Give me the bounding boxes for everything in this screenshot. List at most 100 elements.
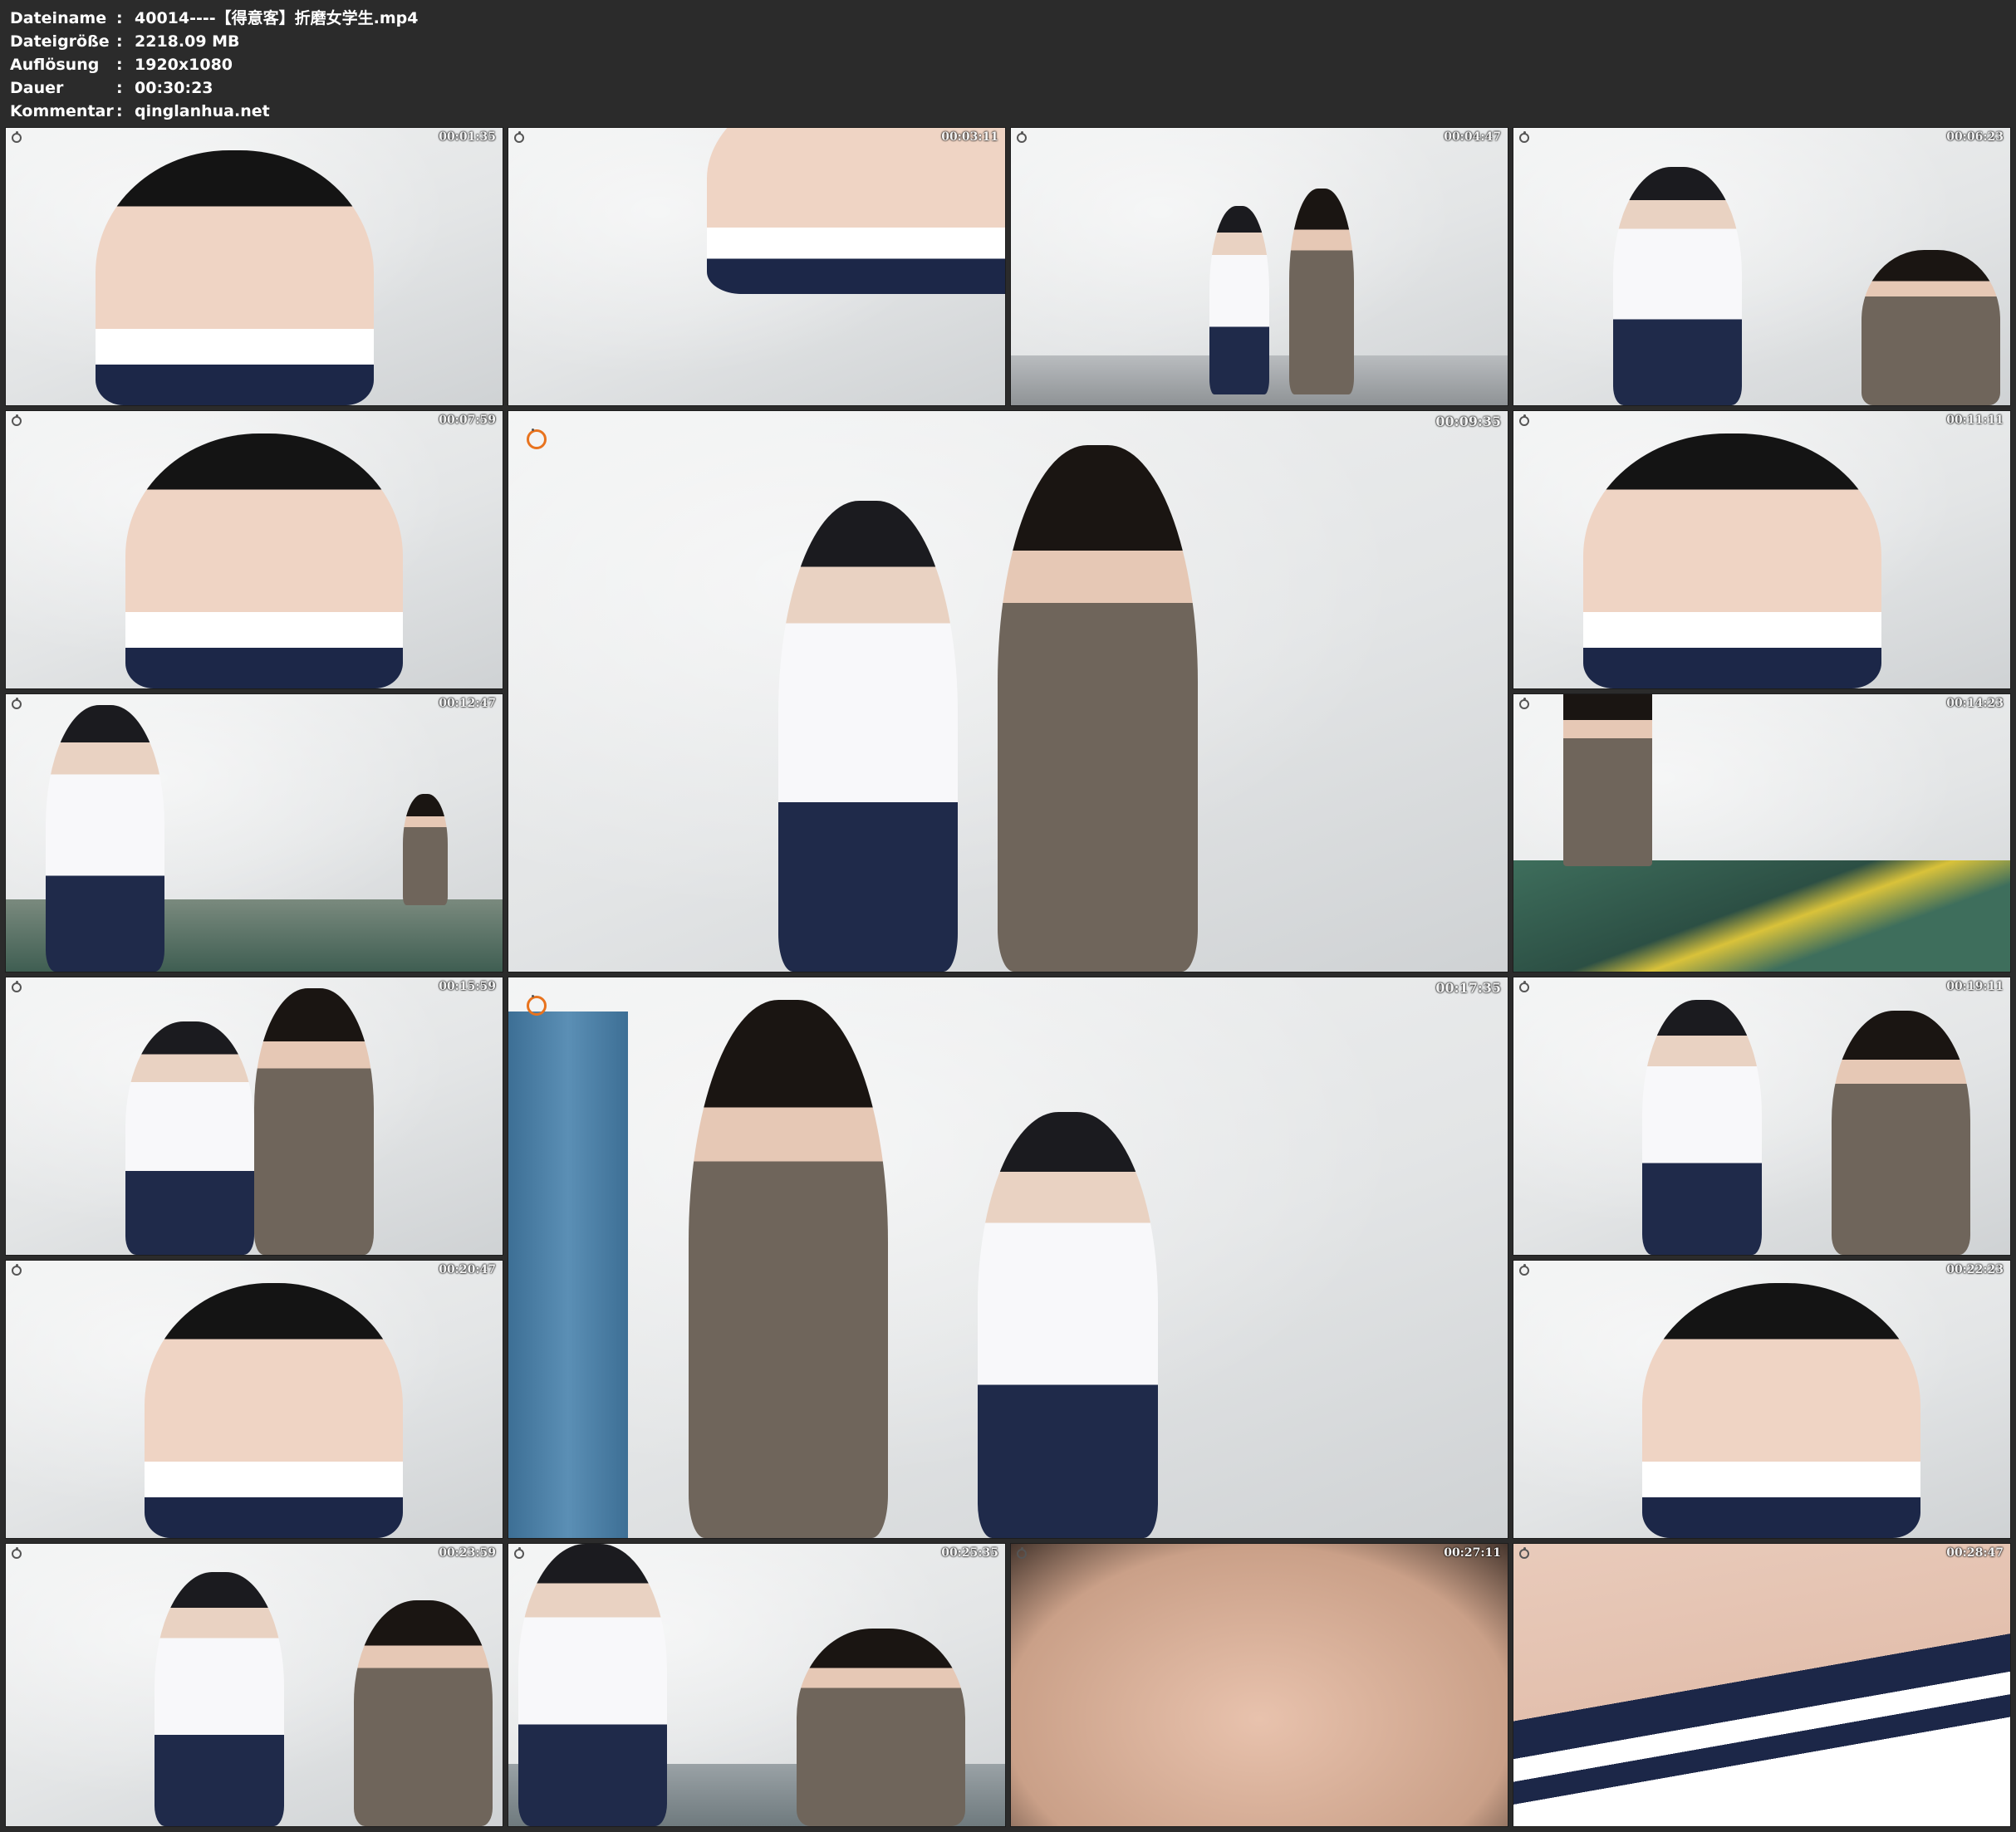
info-value: 1920x1080 (135, 56, 233, 74)
info-label: Dateiname (10, 9, 107, 27)
thumbnail-timestamp: 00:23:59 (439, 1546, 496, 1560)
thumbnail-timestamp: 00:11:11 (1946, 414, 2004, 427)
thumbnail-subject (1562, 694, 1653, 867)
info-row-resolution: Auflösung : 1920x1080 (10, 53, 418, 76)
thumbnail-frame[interactable]: 00:19:11 (1513, 977, 2011, 1256)
info-label: Kommentar (10, 102, 114, 120)
thumbnail-timestamp: 00:12:47 (439, 697, 496, 710)
watermark-icon (1519, 1264, 1529, 1276)
watermark-icon (1017, 131, 1027, 143)
thumbnail-subject (1861, 249, 2001, 405)
thumbnail-subject (145, 1282, 404, 1538)
thumbnail-subject (517, 1544, 668, 1826)
thumbnail-timestamp: 00:22:23 (1946, 1263, 2004, 1276)
thumbnail-subject (796, 1629, 966, 1826)
thumbnail-subject (978, 1112, 1158, 1538)
thumbnail-subject (1011, 1544, 1508, 1826)
thumbnail-frame[interactable]: 00:11:11 (1513, 410, 2011, 689)
thumbnail-frame[interactable]: 00:22:23 (1513, 1260, 2011, 1539)
thumbnail-subject (998, 444, 1199, 972)
info-label: Dateigröße (10, 32, 110, 51)
thumbnail-subject (125, 1021, 254, 1255)
thumbnail-subject (688, 1000, 889, 1538)
thumbnail-frame[interactable]: 00:12:47 (5, 693, 503, 972)
thumbnail-frame[interactable]: 00:25:35 (508, 1543, 1006, 1827)
watermark-icon (12, 981, 22, 992)
thumbnail-timestamp: 00:17:35 (1435, 980, 1501, 996)
watermark-icon (1519, 698, 1529, 709)
thumbnail-subject (1642, 999, 1762, 1255)
info-row-comment: Kommentar : qinglanhua.net (10, 100, 418, 123)
watermark-icon (1017, 1547, 1027, 1559)
thumbnail-timestamp: 00:15:59 (439, 980, 496, 993)
thumbnail-subject (1612, 166, 1743, 405)
thumbnail-subject (155, 1572, 284, 1826)
thumbnail-frame[interactable]: 00:20:47 (5, 1260, 503, 1539)
thumbnail-subject (1209, 205, 1269, 394)
info-separator: : (116, 102, 123, 120)
info-row-filename: Dateiname : 40014----【得意客】折磨女学生.mp4 (10, 7, 418, 30)
thumbnail-subject (353, 1600, 493, 1826)
thumbnail-timestamp: 00:07:59 (439, 414, 496, 427)
thumbnail-frame[interactable]: 00:01:35 (5, 127, 503, 406)
thumbnail-floor (1513, 860, 2010, 972)
watermark-icon (514, 131, 524, 143)
thumbnail-frame[interactable]: 00:28:47 (1513, 1543, 2011, 1827)
info-label: Dauer (10, 79, 64, 97)
watermark-icon (527, 429, 547, 449)
watermark-icon (1519, 414, 1529, 426)
watermark-icon (12, 414, 22, 426)
thumbnail-subject (1642, 1282, 1921, 1538)
watermark-icon (1519, 981, 1529, 992)
info-value: 40014----【得意客】折磨女学生.mp4 (135, 9, 419, 27)
thumbnail-frame[interactable]: 00:27:11 (1010, 1543, 1508, 1827)
thumbnail-frame-large[interactable]: 00:09:35 (508, 410, 1508, 972)
thumbnail-timestamp: 00:09:35 (1435, 414, 1501, 429)
thumbnail-frame[interactable]: 00:23:59 (5, 1543, 503, 1827)
thumbnail-frame[interactable]: 00:15:59 (5, 977, 503, 1256)
watermark-icon (1519, 1547, 1529, 1559)
thumbnail-frame[interactable]: 00:04:47 (1010, 127, 1508, 406)
thumbnail-frame[interactable]: 00:14:23 (1513, 693, 2011, 972)
thumbnail-timestamp: 00:01:35 (439, 130, 496, 144)
thumbnail-subject (95, 149, 374, 405)
info-label: Auflösung (10, 56, 100, 74)
watermark-icon (12, 1264, 22, 1276)
thumbnail-subject (1831, 1011, 1971, 1255)
thumbnail-subject (125, 433, 404, 688)
thumbnail-subject (45, 705, 165, 972)
thumbnail-subject (1582, 433, 1881, 688)
info-separator: : (116, 56, 123, 74)
thumbnail-subject (707, 128, 1005, 295)
info-row-duration: Dauer : 00:30:23 (10, 76, 418, 100)
thumbnail-subject (1513, 1544, 2010, 1826)
thumbnail-timestamp: 00:14:23 (1946, 697, 2004, 710)
info-separator: : (116, 79, 123, 97)
watermark-icon (514, 1547, 524, 1559)
thumbnail-timestamp: 00:28:47 (1946, 1546, 2004, 1560)
watermark-icon (12, 698, 22, 709)
thumbnail-frame-large[interactable]: 00:17:35 (508, 977, 1508, 1539)
thumbnail-timestamp: 00:25:35 (941, 1546, 998, 1560)
thumbnail-timestamp: 00:27:11 (1444, 1546, 1501, 1560)
watermark-icon (12, 1547, 22, 1559)
watermark-icon (12, 131, 22, 143)
thumbnail-timestamp: 00:19:11 (1946, 980, 2004, 993)
thumbnail-subject (403, 794, 449, 905)
info-separator: : (116, 9, 123, 27)
thumbnail-subject (777, 501, 959, 972)
thumbnail-timestamp: 00:03:11 (941, 130, 998, 144)
info-value: 00:30:23 (135, 79, 213, 97)
info-separator: : (116, 32, 123, 51)
thumbnail-timestamp: 00:04:47 (1444, 130, 1501, 144)
thumbnail-frame[interactable]: 00:03:11 (508, 127, 1006, 406)
thumbnail-subject (254, 988, 374, 1255)
watermark-icon (527, 995, 547, 1016)
info-value: 2218.09 MB (135, 32, 240, 51)
thumbnail-frame[interactable]: 00:07:59 (5, 410, 503, 689)
thumbnail-frame[interactable]: 00:06:23 (1513, 127, 2011, 406)
thumbnail-timestamp: 00:20:47 (439, 1263, 496, 1276)
thumbnail-subject (1288, 189, 1354, 394)
info-value: qinglanhua.net (135, 102, 270, 120)
thumbnail-curtain (508, 1011, 629, 1538)
